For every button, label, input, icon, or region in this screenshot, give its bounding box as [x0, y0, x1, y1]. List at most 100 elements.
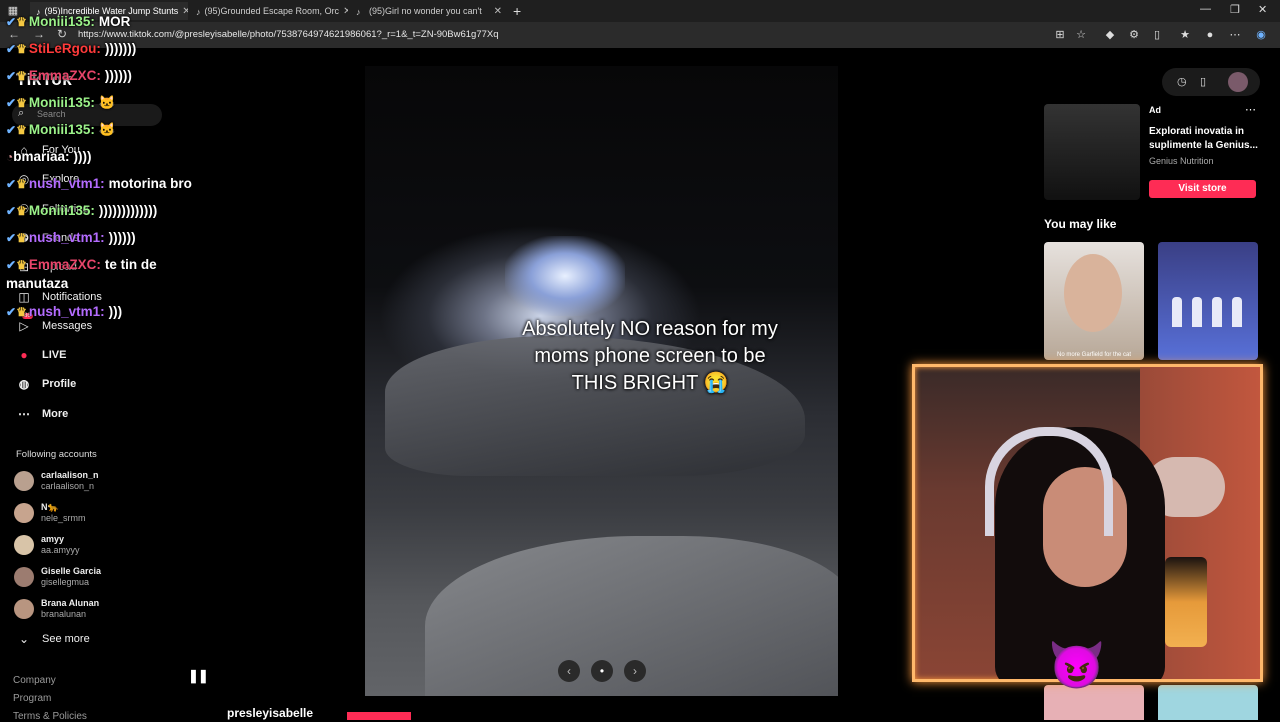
crown-icon: ♛	[16, 42, 27, 56]
address-bar: ← → ↻ https://www.tiktok.com/@presleyisa…	[0, 22, 1280, 48]
browser-tab-2[interactable]: ♪ (95)Grounded Escape Room, Orc ✕	[190, 2, 348, 20]
chat-message: ✔♛ EmmaZXC: te tin de	[6, 257, 157, 272]
chat-username: Moniii135:	[28, 14, 95, 29]
more-options-icon[interactable]: ⋯	[1245, 103, 1256, 116]
nav-profile[interactable]: ◍ Profile	[14, 373, 76, 395]
new-tab-icon[interactable]: +	[513, 3, 521, 19]
extensions-puzzle-icon[interactable]: ⚙	[1127, 28, 1141, 42]
favorites-icon[interactable]: ★	[1178, 28, 1192, 42]
see-more-button[interactable]: ⌄ See more	[14, 628, 90, 650]
close-tab-icon[interactable]: ✕	[339, 6, 348, 17]
ad-label: Ad	[1149, 105, 1161, 115]
thumbnail-face-shape	[1064, 254, 1122, 332]
badge-icon: ✔	[6, 42, 17, 56]
chevron-down-icon: ⌄	[18, 632, 30, 646]
carousel-dot-icon[interactable]: •	[591, 660, 613, 682]
avatar[interactable]	[1228, 72, 1248, 92]
crown-icon: ♛	[16, 69, 27, 83]
footer-terms-link[interactable]: Terms & Policies	[13, 711, 87, 722]
close-tab-icon[interactable]: ✕	[178, 6, 188, 17]
phone-icon[interactable]: ▯	[1200, 75, 1206, 88]
profile-avatar-icon[interactable]: ●	[1203, 28, 1217, 42]
dancer-shape	[1172, 297, 1182, 327]
app-icon[interactable]: ⊞	[1053, 28, 1067, 42]
you-may-like-title: You may like	[1044, 217, 1117, 231]
forward-icon[interactable]: →	[33, 27, 45, 41]
avatar	[14, 535, 34, 555]
following-account[interactable]: carlaalison_n carlaalison_n	[14, 470, 99, 492]
avatar	[14, 471, 34, 491]
chat-message: ✔♛ StiLeRgou:)))))))	[6, 41, 137, 56]
extension-icon[interactable]: ◆	[1103, 28, 1117, 42]
ad-thumbnail[interactable]	[1044, 104, 1140, 200]
footer-program-link[interactable]: Program	[13, 693, 51, 704]
chat-message: ✔♛ EmmaZXC:))))))	[6, 68, 132, 83]
nav-more[interactable]: ⋯ More	[14, 403, 68, 425]
post-caption: Absolutely NO reason for my moms phone s…	[522, 318, 778, 394]
lamp-shape	[1165, 557, 1207, 647]
nav-live[interactable]: ● LIVE	[14, 344, 66, 366]
badge-icon: ✔	[6, 231, 17, 245]
following-account[interactable]: amyy aa.amyyy	[14, 534, 80, 556]
avatar	[14, 599, 34, 619]
recommended-video[interactable]	[1158, 242, 1258, 360]
chevron-right-icon[interactable]: ›	[624, 660, 646, 682]
chat-message: ✔♛ nush_vtm1:))))))	[6, 230, 136, 245]
chat-username: nush_vtm1:	[28, 230, 105, 245]
top-right-actions: ◷ ▯	[1162, 68, 1260, 96]
crown-icon: ♛	[16, 231, 27, 245]
avatar	[14, 567, 34, 587]
badge-icon: ✔	[6, 69, 17, 83]
browser-tab-3[interactable]: ♪ (95)Girl no wonder you can't ✕	[350, 2, 508, 20]
ad-brand: Genius Nutrition	[1149, 156, 1214, 166]
profile-icon: ◍	[18, 377, 30, 391]
close-tab-icon[interactable]: ✕	[490, 6, 502, 17]
badge-icon: ✔	[6, 258, 17, 272]
dancer-shape	[1192, 297, 1202, 327]
bookmark-star-icon[interactable]: ☆	[1074, 28, 1088, 42]
recommended-video[interactable]: No more Garfield for the cat	[1044, 242, 1144, 360]
following-account[interactable]: N🐆 nele_srmm	[14, 502, 86, 524]
more-icon: ⋯	[18, 407, 30, 421]
headset-icon	[985, 427, 1113, 536]
footer-company-link[interactable]: Company	[13, 675, 56, 686]
post-author[interactable]: presleyisabelle	[227, 706, 313, 720]
crown-icon: ♛	[16, 123, 27, 137]
badge-icon: ✔	[6, 96, 17, 110]
split-screen-icon[interactable]: ▯	[1150, 28, 1164, 42]
copilot-icon[interactable]: ◉	[1254, 28, 1268, 42]
maximize-icon[interactable]: ❐	[1230, 3, 1240, 16]
chat-username: nush_vtm1:	[28, 304, 105, 319]
url-field[interactable]: https://www.tiktok.com/@presleyisabelle/…	[78, 26, 1078, 44]
crown-icon: ♛	[16, 15, 27, 29]
back-icon[interactable]: ←	[8, 27, 20, 41]
photo-post-viewer[interactable]: Absolutely NO reason for my moms phone s…	[365, 66, 838, 696]
chat-username: nush_vtm1:	[28, 176, 105, 191]
following-account[interactable]: Giselle Garcia gisellegmua	[14, 566, 101, 588]
browser-tab-bar: ▦ ♪ (95)Incredible Water Jump Stunts ✕ ♪…	[0, 0, 1280, 22]
badge-icon: ✔	[6, 204, 17, 218]
message-icon: ▷	[19, 319, 29, 333]
ad-title[interactable]: Explorati inovatia in suplimente la Geni…	[1149, 125, 1259, 153]
dancer-shape	[1212, 297, 1222, 327]
close-window-icon[interactable]: ✕	[1258, 3, 1267, 16]
chat-message: ✔♛ Moniii135: 🐱	[6, 122, 116, 137]
chat-username: bmariaa:	[13, 149, 70, 164]
minimize-icon[interactable]: —	[1200, 3, 1211, 15]
chevron-left-icon[interactable]: ‹	[558, 660, 580, 682]
menu-dots-icon[interactable]: ⋯	[1228, 28, 1242, 42]
crown-icon: ♛	[16, 258, 27, 272]
pause-icon[interactable]: ❚❚	[188, 668, 209, 684]
visit-store-button[interactable]: Visit store	[1149, 180, 1256, 198]
coin-icon[interactable]: ◷	[1177, 75, 1187, 88]
chat-username: Moniii135:	[28, 122, 95, 137]
recommended-video[interactable]	[1158, 685, 1258, 720]
refresh-icon[interactable]: ↻	[57, 27, 67, 41]
crown-icon: ♛	[16, 96, 27, 110]
following-accounts-title: Following accounts	[16, 449, 97, 460]
chat-username: StiLeRgou:	[28, 41, 101, 56]
chat-message: ✔♛ Moniii135: MOR	[6, 14, 131, 29]
following-account[interactable]: Brana Alunan branalunan	[14, 598, 99, 620]
follow-button[interactable]	[347, 712, 411, 720]
phone-glow-shape	[505, 236, 625, 316]
